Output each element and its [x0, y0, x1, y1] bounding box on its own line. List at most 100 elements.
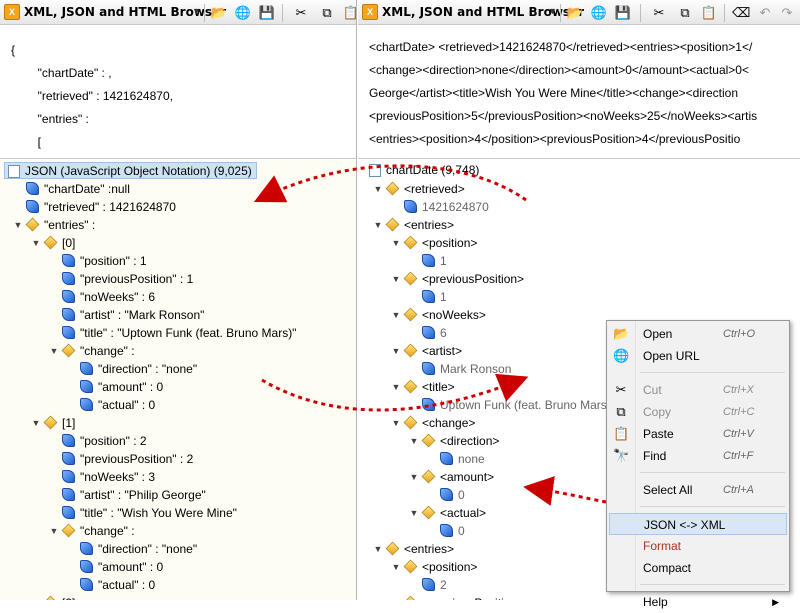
tree-node[interactable]: "amount" : 0 [80, 378, 163, 396]
tree-node[interactable]: ▼ <entries> [374, 216, 454, 234]
tree-node[interactable]: "title" : "Uptown Funk (feat. Bruno Mars… [62, 324, 296, 342]
tree-node[interactable]: "artist" : "Philip George" [62, 486, 206, 504]
collapse-icon[interactable]: ▼ [372, 216, 384, 234]
tree-node[interactable]: ▼ <previousPosition> [392, 270, 524, 288]
tree-node[interactable]: "direction" : "none" [80, 540, 197, 558]
collapse-icon[interactable]: ▼ [12, 216, 24, 234]
right-source-editor[interactable]: <chartDate> <retrieved>1421624870</retri… [358, 26, 800, 159]
tree-node[interactable]: "previousPosition" : 1 [62, 270, 193, 288]
collapse-icon[interactable]: ▼ [372, 180, 384, 198]
left-source-editor[interactable]: { "chartDate" : , "retrieved" : 14216248… [0, 26, 356, 159]
tree-node[interactable]: "actual" : 0 [80, 576, 155, 594]
tree-node[interactable]: 6 [422, 324, 447, 342]
tree-node[interactable]: ▼ <entries> [374, 540, 454, 558]
collapse-icon[interactable]: ▼ [390, 270, 402, 288]
tree-node[interactable]: ▼ "entries" : [14, 216, 95, 234]
eraser-icon[interactable]: ⌫ [732, 4, 750, 22]
tree-node[interactable]: ▼ <artist> [392, 342, 462, 360]
tree-node[interactable]: Uptown Funk (feat. Bruno Mars) [422, 396, 611, 414]
title-dropdown-icon[interactable]: ▼ [192, 6, 201, 16]
tree-node[interactable]: "artist" : "Mark Ronson" [62, 306, 204, 324]
tree-node[interactable]: ▼ [0] [32, 234, 75, 252]
tree-node[interactable]: "position" : 2 [62, 432, 147, 450]
menu-item-open-url[interactable]: 🌐 Open URL [609, 345, 787, 367]
copy-icon[interactable]: ⧉ [676, 4, 694, 22]
tree-node[interactable]: ▼ <retrieved> [374, 180, 465, 198]
collapse-icon[interactable]: ▼ [390, 378, 402, 396]
tree-node[interactable]: 1 [422, 252, 447, 270]
menu-item-find[interactable]: 🔭 Find Ctrl+F [609, 445, 787, 467]
tree-node[interactable]: 1 [422, 288, 447, 306]
tree-node[interactable]: ▼ [1] [32, 414, 75, 432]
tree-node[interactable]: "title" : "Wish You Were Mine" [62, 504, 237, 522]
collapse-icon[interactable]: ▼ [390, 234, 402, 252]
collapse-icon[interactable]: ▼ [48, 522, 60, 540]
menu-item-compact[interactable]: Compact [609, 557, 787, 579]
tree-node[interactable]: "chartDate" :null [26, 180, 130, 198]
menu-item-help[interactable]: Help ▶ [609, 591, 787, 613]
paste-icon[interactable]: 📋 [342, 4, 356, 22]
tree-node[interactable]: Mark Ronson [422, 360, 511, 378]
collapse-icon[interactable]: ▼ [30, 414, 42, 432]
save-icon[interactable]: 💾 [614, 4, 632, 22]
tree-node[interactable]: 0 [440, 486, 465, 504]
menu-item-json-xml[interactable]: JSON <-> XML [609, 513, 787, 535]
redo-icon[interactable]: ↷ [778, 4, 796, 22]
undo-icon[interactable]: ↶ [756, 4, 774, 22]
menu-item-select-all[interactable]: Select All Ctrl+A [609, 479, 787, 501]
tree-node[interactable]: "position" : 1 [62, 252, 147, 270]
tree-node[interactable]: "previousPosition" : 2 [62, 450, 193, 468]
globe-icon[interactable]: 🌐 [234, 4, 252, 22]
globe-icon[interactable]: 🌐 [590, 4, 608, 22]
right-tree-root[interactable]: chartDate (9,748) [366, 162, 483, 179]
tree-node[interactable]: ▼ "change" : [50, 522, 135, 540]
collapse-icon[interactable]: ▼ [372, 540, 384, 558]
tree-node[interactable]: ▼ <previousPosition> [392, 594, 524, 600]
tree-node[interactable]: 0 [440, 522, 465, 540]
collapse-icon[interactable]: ▼ [30, 234, 42, 252]
tree-node[interactable]: 2 [422, 576, 447, 594]
tree-node[interactable]: none [440, 450, 485, 468]
collapse-icon[interactable]: ▼ [48, 342, 60, 360]
collapse-icon[interactable]: ▼ [408, 432, 420, 450]
left-tree-root[interactable]: JSON (JavaScript Object Notation) (9,025… [4, 162, 257, 179]
tree-node[interactable]: "noWeeks" : 3 [62, 468, 155, 486]
tree-node[interactable]: ▼ <actual> [410, 504, 486, 522]
open-folder-icon[interactable]: 📂 [210, 4, 228, 22]
expand-icon[interactable]: ▶ [30, 594, 42, 600]
cut-icon[interactable]: ✂ [650, 4, 668, 22]
title-dropdown-icon[interactable]: ▼ [548, 6, 557, 16]
tree-node[interactable]: ▼ <position> [392, 558, 477, 576]
menu-item-open[interactable]: 📂 Open Ctrl+O [609, 323, 787, 345]
tree-node[interactable]: ▶ [2] [33, 594, 75, 600]
menu-item-cut[interactable]: ✂ Cut Ctrl+X [609, 379, 787, 401]
tree-node[interactable]: ▼ "change" : [50, 342, 135, 360]
cut-icon[interactable]: ✂ [292, 4, 310, 22]
collapse-icon[interactable]: ▼ [390, 414, 402, 432]
menu-item-format[interactable]: Format [609, 535, 787, 557]
tree-node[interactable]: ▼ <direction> [410, 432, 499, 450]
tree-node[interactable]: "amount" : 0 [80, 558, 163, 576]
left-tree-view[interactable]: JSON (JavaScript Object Notation) (9,025… [0, 160, 356, 600]
tree-node[interactable]: "noWeeks" : 6 [62, 288, 155, 306]
tree-node[interactable]: "retrieved" : 1421624870 [26, 198, 176, 216]
copy-icon[interactable]: ⧉ [318, 4, 336, 22]
collapse-icon[interactable]: ▼ [408, 504, 420, 522]
open-folder-icon[interactable]: 📂 [566, 4, 584, 22]
menu-item-paste[interactable]: 📋 Paste Ctrl+V [609, 423, 787, 445]
tree-node[interactable]: "actual" : 0 [80, 396, 155, 414]
save-icon[interactable]: 💾 [258, 4, 276, 22]
collapse-icon[interactable]: ▼ [390, 594, 402, 600]
tree-node[interactable]: ▼ <position> [392, 234, 477, 252]
menu-item-copy[interactable]: ⧉ Copy Ctrl+C [609, 401, 787, 423]
tree-node[interactable]: ▼ <amount> [410, 468, 494, 486]
collapse-icon[interactable]: ▼ [390, 558, 402, 576]
collapse-icon[interactable]: ▼ [390, 342, 402, 360]
tree-node[interactable]: "direction" : "none" [80, 360, 197, 378]
paste-icon[interactable]: 📋 [700, 4, 718, 22]
tree-node[interactable]: ▼ <change> [392, 414, 475, 432]
collapse-icon[interactable]: ▼ [390, 306, 402, 324]
tree-node[interactable]: 1421624870 [404, 198, 489, 216]
tree-node[interactable]: ▼ <noWeeks> [392, 306, 486, 324]
tree-node[interactable]: ▼ <title> [392, 378, 455, 396]
